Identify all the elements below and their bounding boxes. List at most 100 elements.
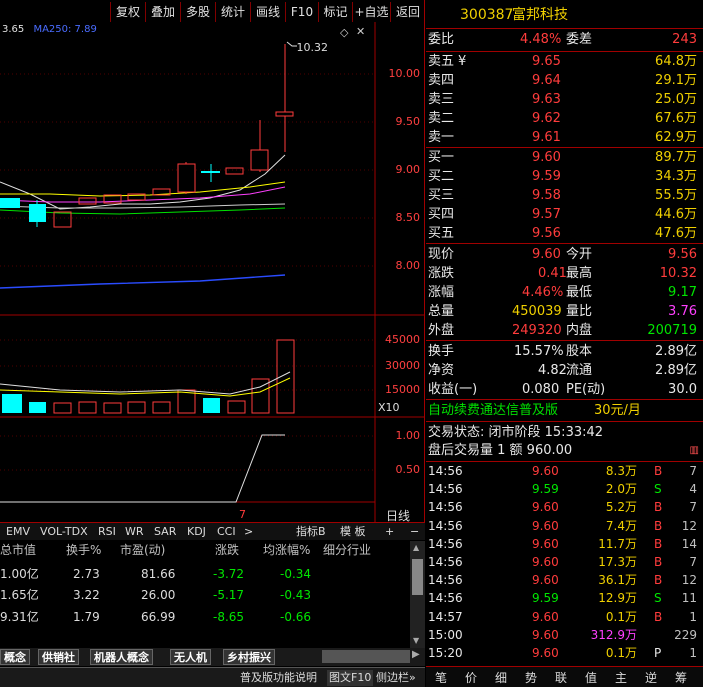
biaoji-button[interactable]: 标记 (318, 2, 352, 22)
chart-icon[interactable]: ▥ (690, 441, 699, 460)
tick-row[interactable]: 15:20 9.60 0.1万 P 1 (426, 644, 703, 662)
status-bar: 普及版功能说明 图文F10 侧边栏» (0, 667, 425, 687)
table-row[interactable]: 1.00亿 2.73 81.66 -3.72 -0.34 (0, 564, 410, 584)
col-change[interactable]: 涨跌 (215, 541, 239, 558)
tick-row[interactable]: 14:56 9.60 7.4万 B 12 (426, 517, 703, 535)
ask-row-3[interactable]: 卖三 9.63 25.0万 (426, 90, 703, 109)
tick-volume: 0.1万 (605, 646, 637, 660)
nav-shi[interactable]: 势 (516, 669, 546, 686)
nav-lian[interactable]: 联 (546, 669, 576, 686)
tab-more[interactable]: > (244, 524, 253, 540)
tab-wr[interactable]: WR (125, 524, 144, 540)
tick-price: 9.60 (532, 500, 559, 515)
ask-price: 9.61 (532, 130, 561, 145)
ask-price: 9.63 (532, 92, 561, 107)
chart-area[interactable]: 复权 叠加 多股 统计 画线 F10 标记 +自选 返回 3.65 MA250:… (0, 0, 425, 523)
scroll-thumb[interactable] (412, 559, 423, 595)
help-link[interactable]: 普及版功能说明 (240, 670, 317, 686)
huaxian-button[interactable]: 画线 (250, 2, 285, 22)
fin-label: 换手 (428, 344, 455, 359)
tick-row[interactable]: 14:56 9.60 5.2万 B 7 (426, 498, 703, 516)
tick-row[interactable]: 14:57 9.60 0.1万 B 1 (426, 608, 703, 626)
tab-vol-tdx[interactable]: VOL-TDX (40, 524, 88, 540)
col-industry[interactable]: 细分行业 (323, 541, 371, 558)
nav-chou[interactable]: 筹 (666, 669, 696, 686)
weibi-label: 委比 (428, 32, 455, 47)
tick-count: 11 (681, 591, 697, 606)
tick-volume: 7.4万 (605, 518, 637, 533)
minus-button[interactable]: − (410, 524, 419, 540)
quote-label: 最高 (566, 266, 593, 281)
bid-row-2[interactable]: 买二 9.59 34.3万 (426, 167, 703, 186)
table-row[interactable]: 9.31亿 1.79 66.99 -8.65 -0.66 (0, 607, 410, 627)
table-scrollbar[interactable]: ▲ ▼ (410, 541, 425, 648)
bid-row-3[interactable]: 买三 9.58 55.5万 (426, 186, 703, 205)
f10-link[interactable]: 图文F10 (327, 670, 374, 686)
tick-row[interactable]: 15:00 9.60 312.9万 229 (426, 626, 703, 644)
tick-volume: 8.3万 (605, 464, 637, 478)
tab-sar[interactable]: SAR (154, 524, 176, 540)
bid-row-4[interactable]: 买四 9.57 44.6万 (426, 205, 703, 224)
ad-banner[interactable]: 自动续费通达信普及版 30元/月 (426, 401, 703, 420)
nav-ni[interactable]: 逆 (636, 669, 666, 686)
fin-value: 4.82 (538, 363, 567, 378)
tick-row[interactable]: 14:56 9.59 2.0万 S 4 (426, 480, 703, 498)
cell-change: -8.65 (213, 610, 245, 624)
tick-row[interactable]: 14:56 9.59 12.9万 S 11 (426, 589, 703, 607)
ask-row-4[interactable]: 卖四 9.64 29.1万 (426, 71, 703, 90)
concept-tab-4[interactable]: 乡村振兴 (223, 649, 275, 665)
scroll-right-icon[interactable]: ▶ (412, 649, 420, 660)
concept-tab-3[interactable]: 无人机 (170, 649, 211, 665)
tick-time: 14:56 (428, 464, 463, 478)
tick-row[interactable]: 14:56 9.60 17.3万 B 7 (426, 553, 703, 571)
f10-button[interactable]: F10 (285, 2, 318, 22)
bid-row-5[interactable]: 买五 9.56 47.6万 (426, 224, 703, 243)
nav-zhu[interactable]: 主 (606, 669, 636, 686)
concept-tab-1[interactable]: 供销社 (38, 649, 79, 665)
back-button[interactable]: 返回 (390, 2, 425, 22)
quote-row: 涨幅 4.46% 最低 9.17 (426, 283, 703, 302)
tick-row[interactable]: 14:56 9.60 36.1万 B 12 (426, 571, 703, 589)
plus-button[interactable]: + (385, 524, 394, 540)
quote-row: 涨跌 0.41 最高 10.32 (426, 264, 703, 283)
diejia-button[interactable]: 叠加 (145, 2, 180, 22)
nav-bi[interactable]: 笔 (426, 669, 456, 686)
nav-zhi[interactable]: 值 (576, 669, 606, 686)
concept-tab-0[interactable]: 概念 (0, 649, 30, 665)
table-row[interactable]: 1.65亿 3.22 26.00 -5.17 -0.43 (0, 585, 410, 605)
fin-label: PE(动) (566, 382, 606, 397)
concept-tab-2[interactable]: 机器人概念 (90, 649, 153, 665)
ask-row-2[interactable]: 卖二 9.62 67.6万 (426, 109, 703, 128)
fuquan-button[interactable]: 复权 (110, 2, 145, 22)
tab-kdj[interactable]: KDJ (187, 524, 206, 540)
col-pe[interactable]: 市盈(动) (120, 541, 165, 558)
bid-row-1[interactable]: 买一 9.60 89.7万 (426, 148, 703, 167)
tongji-button[interactable]: 统计 (215, 2, 250, 22)
tick-row[interactable]: 14:56 9.60 8.3万 B 7 (426, 462, 703, 480)
horizontal-scrollbar[interactable] (322, 650, 410, 663)
col-turnover[interactable]: 换手% (66, 541, 101, 558)
tick-count: 4 (689, 482, 697, 497)
nav-xi[interactable]: 细 (486, 669, 516, 686)
nav-jia[interactable]: 价 (456, 669, 486, 686)
zhibiao-button[interactable]: 指标B (296, 524, 326, 540)
tab-cci[interactable]: CCI (217, 524, 236, 540)
add-watchlist-button[interactable]: +自选 (352, 2, 390, 22)
ask-row-1[interactable]: 卖一 9.61 62.9万 (426, 128, 703, 147)
sidebar-toggle[interactable]: 侧边栏» (376, 670, 416, 686)
tab-emv[interactable]: EMV (6, 524, 30, 540)
col-market-cap[interactable]: 总市值 (0, 541, 36, 558)
duogu-button[interactable]: 多股 (180, 2, 215, 22)
tick-direction: B (654, 500, 663, 515)
scroll-down-icon[interactable]: ▼ (413, 636, 419, 645)
moban-button[interactable]: 模 板 (340, 524, 366, 540)
ask-row-5[interactable]: 卖五 ¥9.65 64.8万 (426, 52, 703, 71)
tab-rsi[interactable]: RSI (98, 524, 116, 540)
scroll-up-icon[interactable]: ▲ (413, 543, 419, 552)
quote-label: 量比 (566, 304, 593, 319)
tick-time: 14:56 (428, 536, 463, 551)
col-avg-change[interactable]: 均涨幅% (263, 541, 310, 558)
bid-vol: 34.3万 (655, 169, 697, 184)
tick-row[interactable]: 14:56 9.60 11.7万 B 14 (426, 535, 703, 553)
ask-mark: ¥ (458, 54, 467, 69)
